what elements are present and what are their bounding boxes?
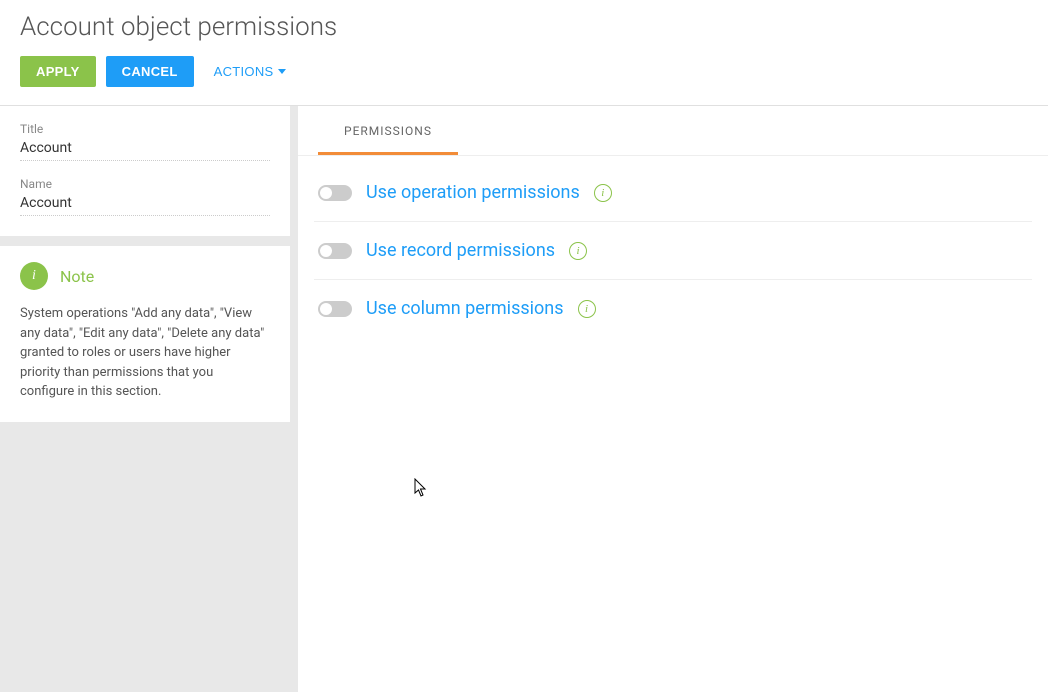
apply-button[interactable]: APPLY bbox=[20, 56, 96, 87]
field-name-label: Name bbox=[20, 177, 270, 191]
field-name-value[interactable]: Account bbox=[20, 195, 270, 216]
perm-label-operation[interactable]: Use operation permissions bbox=[366, 182, 580, 203]
info-icon: i bbox=[20, 262, 48, 290]
toggle-record-permissions[interactable] bbox=[318, 243, 352, 259]
page-header: Account object permissions APPLY CANCEL … bbox=[0, 0, 1048, 105]
perm-row-operation: Use operation permissions i bbox=[314, 164, 1032, 222]
chevron-down-icon bbox=[278, 69, 286, 74]
info-icon[interactable]: i bbox=[569, 242, 587, 260]
toolbar: APPLY CANCEL ACTIONS bbox=[20, 56, 1028, 105]
field-title: Title Account bbox=[20, 122, 270, 161]
note-header: i Note bbox=[20, 262, 270, 290]
field-title-value[interactable]: Account bbox=[20, 140, 270, 161]
perm-row-column: Use column permissions i bbox=[314, 280, 1032, 337]
actions-dropdown[interactable]: ACTIONS bbox=[204, 56, 296, 87]
cancel-button[interactable]: CANCEL bbox=[106, 56, 194, 87]
perm-label-column[interactable]: Use column permissions bbox=[366, 298, 564, 319]
tabs: PERMISSIONS bbox=[298, 106, 1048, 156]
page-title: Account object permissions bbox=[20, 12, 1028, 42]
fields-panel: Title Account Name Account bbox=[0, 106, 290, 236]
perm-row-record: Use record permissions i bbox=[314, 222, 1032, 280]
field-title-label: Title bbox=[20, 122, 270, 136]
permissions-list: Use operation permissions i Use record p… bbox=[298, 156, 1048, 345]
sidebar: Title Account Name Account i Note System… bbox=[0, 106, 290, 692]
toggle-column-permissions[interactable] bbox=[318, 301, 352, 317]
tab-permissions[interactable]: PERMISSIONS bbox=[318, 106, 458, 155]
main-panel: PERMISSIONS Use operation permissions i … bbox=[298, 106, 1048, 692]
note-panel: i Note System operations "Add any data",… bbox=[0, 246, 290, 422]
info-icon[interactable]: i bbox=[594, 184, 612, 202]
note-heading: Note bbox=[60, 267, 94, 286]
field-name: Name Account bbox=[20, 177, 270, 216]
perm-label-record[interactable]: Use record permissions bbox=[366, 240, 555, 261]
actions-label: ACTIONS bbox=[214, 64, 274, 79]
content-area: Title Account Name Account i Note System… bbox=[0, 105, 1048, 692]
info-icon[interactable]: i bbox=[578, 300, 596, 318]
toggle-operation-permissions[interactable] bbox=[318, 185, 352, 201]
note-text: System operations "Add any data", "View … bbox=[20, 304, 270, 402]
